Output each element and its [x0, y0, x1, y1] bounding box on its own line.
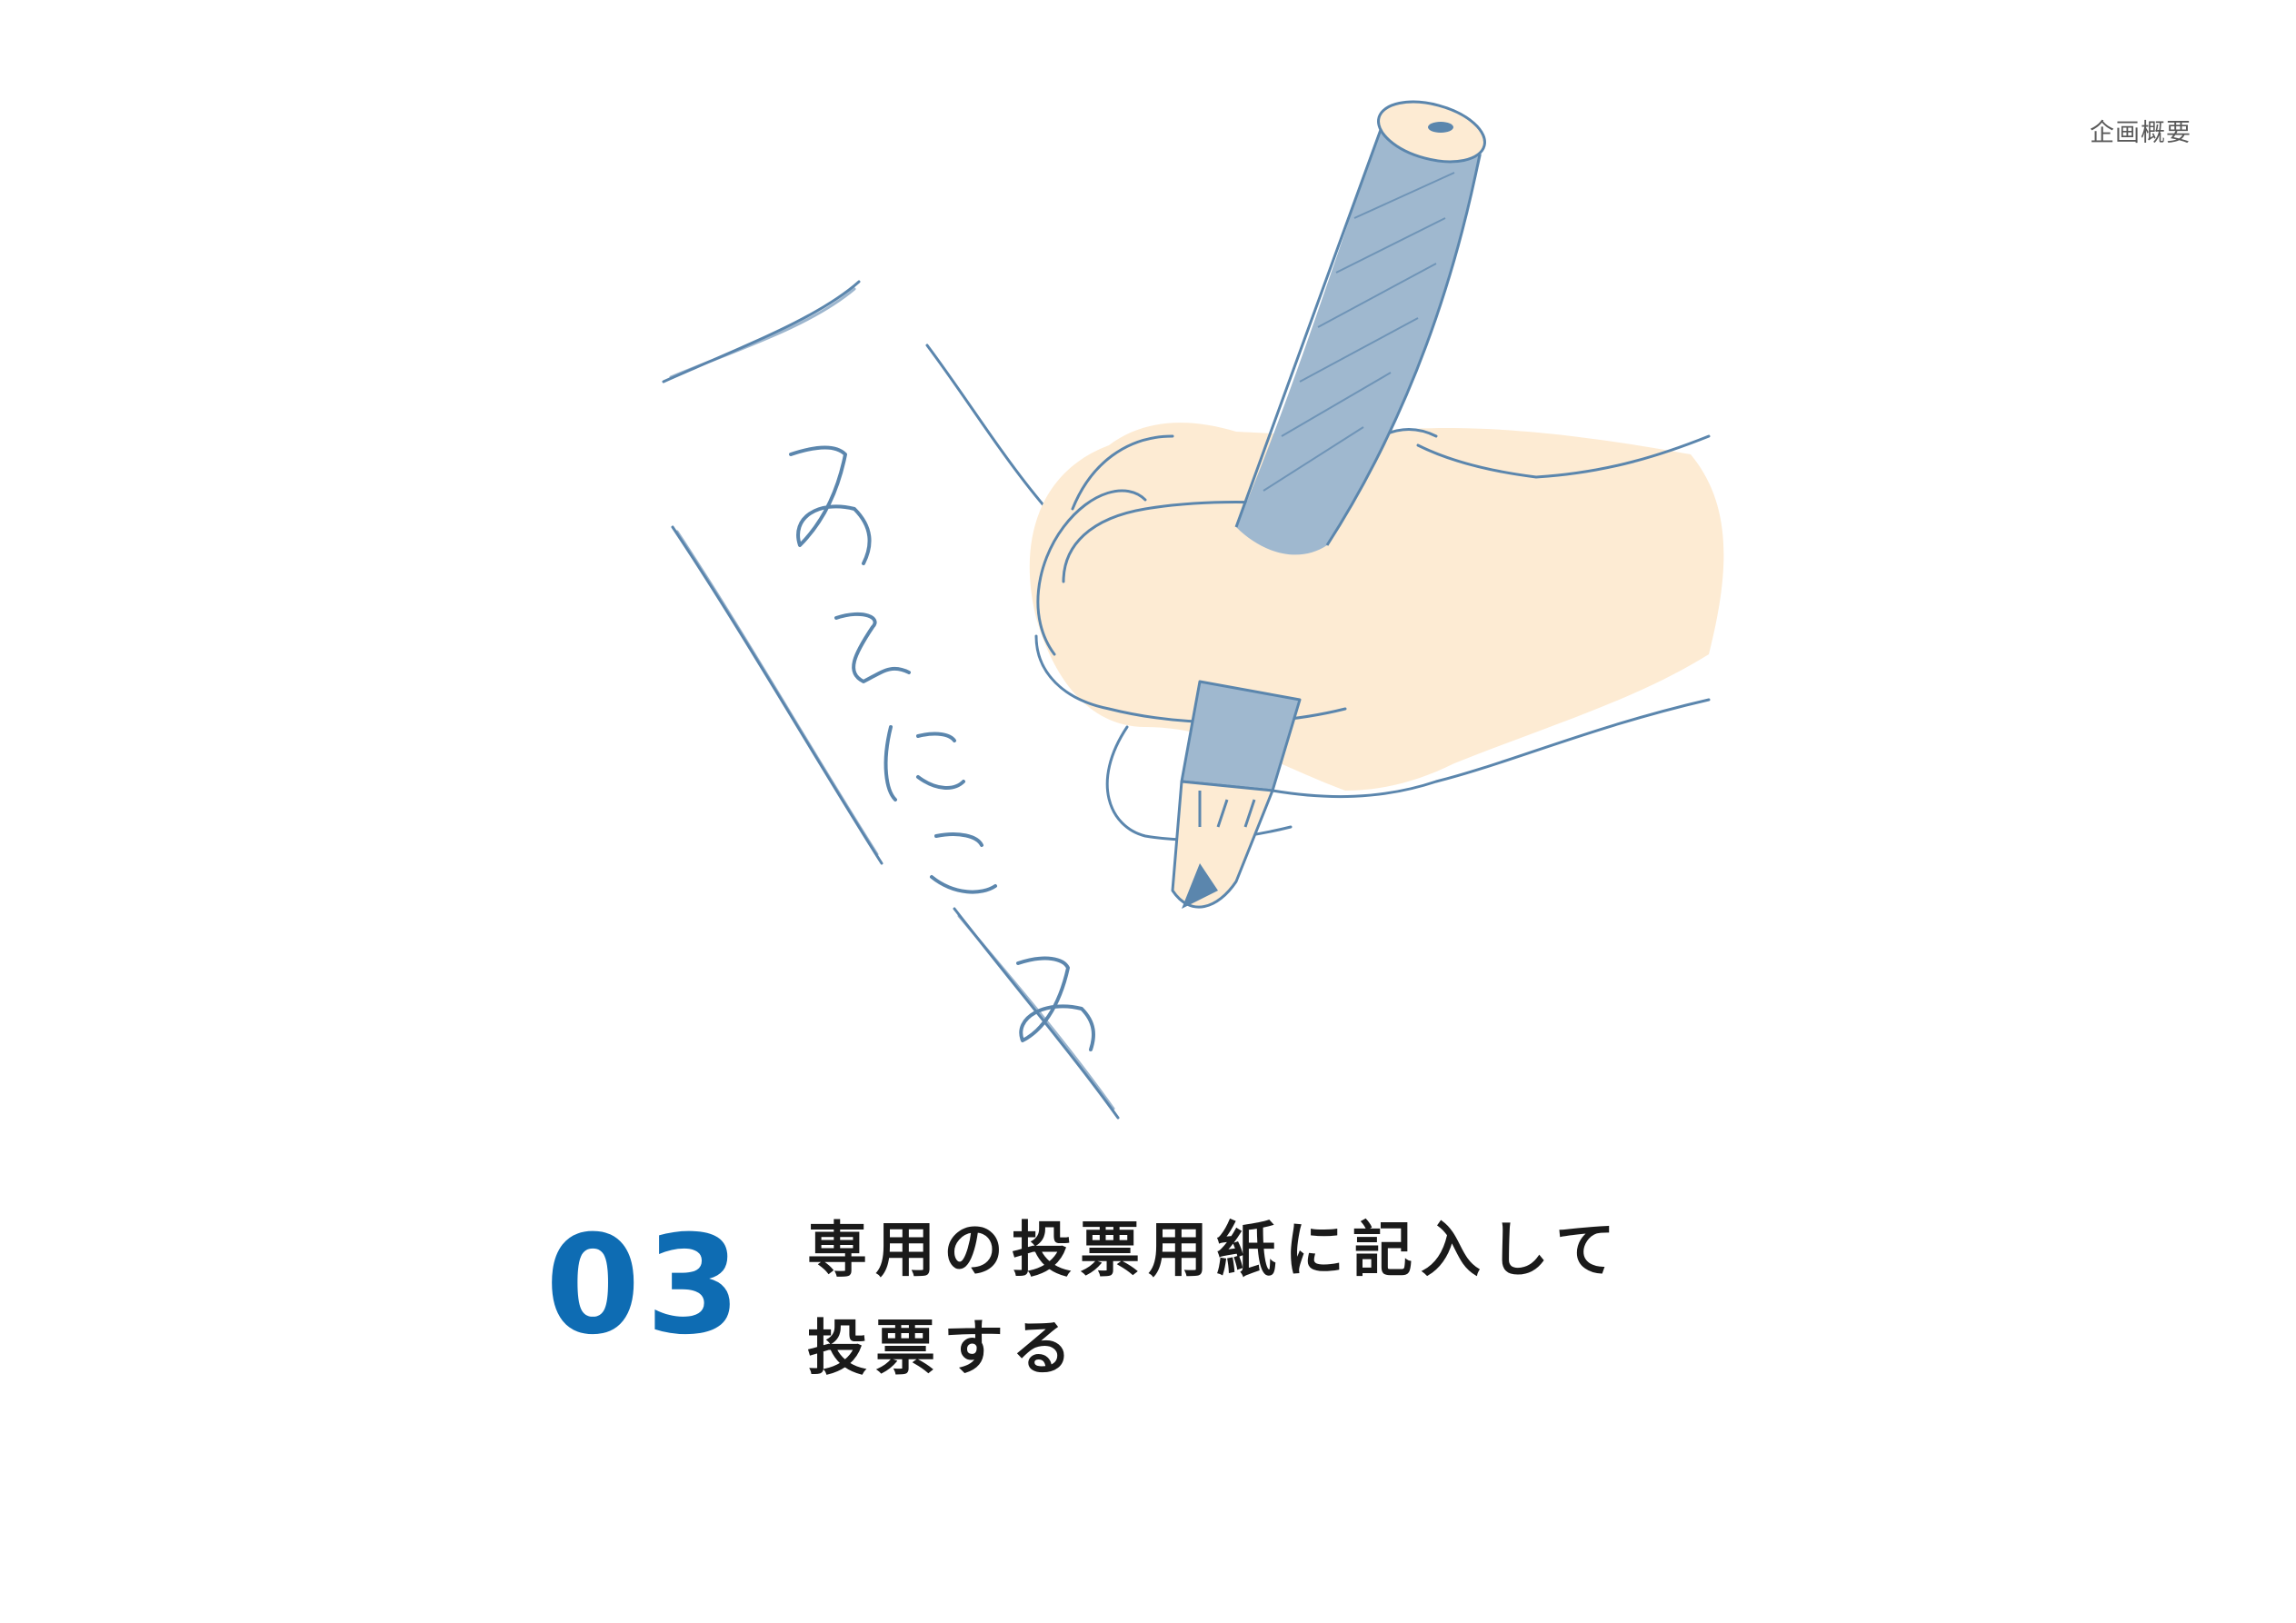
voting-illustration	[662, 100, 1724, 1120]
step-number: 03	[545, 1207, 746, 1365]
step-description: 専用の投票用紙に記入して 投票する	[807, 1201, 1623, 1398]
step-description-line2: 投票する	[807, 1313, 1080, 1383]
step-description-line1: 専用の投票用紙に記入して	[807, 1215, 1624, 1285]
hand	[1029, 423, 1724, 841]
section-label: 企画概要	[2090, 119, 2191, 147]
ballot-paper	[662, 280, 1120, 1120]
